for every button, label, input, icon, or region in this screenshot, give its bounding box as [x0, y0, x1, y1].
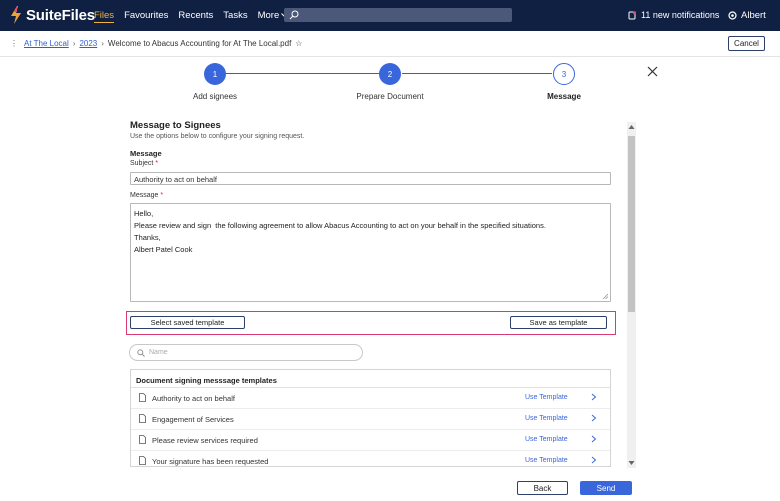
- gear-icon: [728, 11, 737, 20]
- templates-heading: Document signing messsage templates: [131, 370, 610, 388]
- step-3-label: Message: [547, 92, 581, 101]
- subject-input[interactable]: Authority to act on behalf: [130, 172, 611, 185]
- notifications[interactable]: 11 new notifications: [628, 10, 719, 20]
- close-icon[interactable]: [647, 66, 658, 77]
- subject-label: Subject *: [130, 160, 158, 167]
- template-search-input[interactable]: Name: [129, 344, 363, 361]
- save-as-template-button[interactable]: Save as template: [510, 316, 607, 329]
- form-title: Message to Signees: [130, 120, 221, 131]
- template-row[interactable]: Your signature has been requested Use Te…: [131, 451, 610, 472]
- search-icon: [289, 10, 299, 20]
- required-marker: *: [155, 160, 159, 167]
- chevron-right-icon: ›: [72, 39, 76, 48]
- document-icon: [139, 435, 146, 444]
- resize-handle-icon[interactable]: [602, 293, 608, 299]
- required-marker: *: [160, 192, 164, 199]
- app-name: SuiteFiles: [26, 6, 95, 24]
- lightning-logo-icon: [11, 6, 21, 24]
- use-template-link[interactable]: Use Template: [525, 436, 568, 443]
- breadcrumb-bar: ⋮ At The Local › 2023 › Welcome to Abacu…: [0, 31, 780, 57]
- message-line: Albert Patel Cook: [134, 245, 193, 254]
- template-row[interactable]: Please review services required Use Temp…: [131, 430, 610, 451]
- chevron-right-icon[interactable]: [591, 456, 597, 464]
- search-icon: [137, 348, 145, 357]
- nav-favourites[interactable]: Favourites: [124, 10, 168, 23]
- stepper-connector: [226, 73, 380, 74]
- message-label-text: Message: [130, 192, 159, 199]
- step-2-label: Prepare Document: [356, 92, 424, 101]
- notifications-label: 11 new notifications: [641, 10, 720, 20]
- nav-tasks[interactable]: Tasks: [223, 10, 247, 23]
- app-logo[interactable]: SuiteFiles: [10, 6, 95, 24]
- send-button[interactable]: Send: [580, 481, 632, 495]
- step-1-circle: 1: [204, 63, 226, 85]
- templates-table: Document signing messsage templates Auth…: [130, 369, 611, 467]
- template-name: Authority to act on behalf: [152, 394, 235, 403]
- user-name: Albert: [741, 10, 766, 21]
- nav-more-label: More: [257, 10, 280, 21]
- scroll-up-arrow-icon[interactable]: [627, 124, 636, 130]
- chevron-right-icon[interactable]: [591, 435, 597, 443]
- chevron-right-icon[interactable]: [591, 414, 597, 422]
- main-nav: Files Favourites Recents Tasks More: [94, 10, 298, 23]
- step-2-circle: 2: [379, 63, 401, 85]
- breadcrumb: ⋮ At The Local › 2023 › Welcome to Abacu…: [10, 39, 302, 48]
- message-textarea[interactable]: Hello, Please review and sign the follow…: [130, 203, 611, 302]
- use-template-link[interactable]: Use Template: [525, 415, 568, 422]
- use-template-link[interactable]: Use Template: [525, 394, 568, 401]
- step-1-label: Add signees: [192, 92, 238, 101]
- chevron-right-icon[interactable]: [591, 393, 597, 401]
- global-search-input[interactable]: [284, 8, 512, 22]
- message-section-heading: Message: [130, 149, 162, 158]
- document-icon: [139, 456, 146, 465]
- document-icon: [139, 393, 146, 402]
- user-menu[interactable]: Albert: [728, 10, 766, 21]
- template-row[interactable]: Engagement of Services Use Template: [131, 409, 610, 430]
- template-name: Please review services required: [152, 436, 258, 445]
- bell-icon: [628, 10, 636, 19]
- template-name: Engagement of Services: [152, 415, 234, 424]
- step-3-circle: 3: [553, 63, 575, 85]
- form-subtitle: Use the options below to configure your …: [130, 133, 305, 140]
- scroll-down-arrow-icon[interactable]: [627, 460, 636, 466]
- breadcrumb-current-file: Welcome to Abacus Accounting for At The …: [107, 39, 292, 48]
- top-bar: SuiteFiles Files Favourites Recents Task…: [0, 0, 780, 31]
- nav-files[interactable]: Files: [94, 10, 115, 23]
- document-icon: [139, 414, 146, 423]
- message-label: Message *: [130, 192, 163, 199]
- star-icon[interactable]: ☆: [295, 39, 302, 48]
- nav-recents[interactable]: Recents: [178, 10, 213, 23]
- back-button[interactable]: Back: [517, 481, 568, 495]
- chevron-right-icon: ›: [101, 39, 104, 48]
- scroll-thumb[interactable]: [628, 136, 635, 312]
- select-saved-template-button[interactable]: Select saved template: [130, 316, 245, 329]
- message-line: Hello,: [134, 209, 154, 218]
- message-line: Thanks,: [134, 233, 161, 242]
- stepper-connector: [402, 73, 552, 74]
- more-vertical-icon[interactable]: ⋮: [10, 39, 18, 48]
- template-name: Your signature has been requested: [152, 457, 269, 466]
- cancel-button[interactable]: Cancel: [728, 36, 765, 51]
- use-template-link[interactable]: Use Template: [525, 457, 568, 464]
- breadcrumb-link-2023[interactable]: 2023: [79, 39, 97, 48]
- message-line: Please review and sign the following agr…: [134, 221, 546, 230]
- breadcrumb-link-at-the-local[interactable]: At The Local: [24, 39, 69, 48]
- panel-scrollbar[interactable]: [627, 122, 636, 468]
- subject-label-text: Subject: [130, 160, 154, 167]
- template-search-placeholder: Name: [149, 349, 168, 356]
- template-row[interactable]: Authority to act on behalf Use Template: [131, 388, 610, 409]
